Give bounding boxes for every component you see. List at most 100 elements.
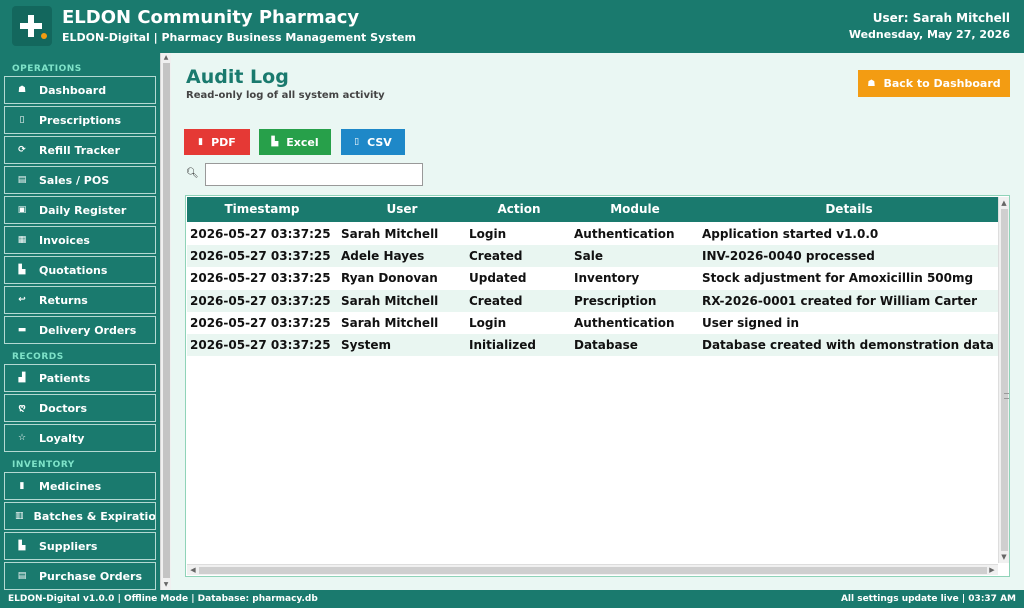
boxes-icon: ▥ [15,511,24,521]
cell-user: Sarah Mitchell [341,293,439,308]
magnifier-search-icon: 🔍︎ [186,168,199,179]
sidebar-item-delivery-orders[interactable]: ▬ Delivery Orders [4,316,156,344]
scroll-up-icon[interactable]: ▲ [999,198,1009,208]
scroll-down-icon[interactable]: ▼ [999,552,1009,562]
pharmacy-cross-logo-icon [12,6,52,46]
sidebar-item-label: Purchase Orders [39,569,143,583]
sidebar-nav: OPERATIONS ☗ Dashboard ▯ Prescriptions ⟳ Refil… [0,53,160,590]
sidebar-item-label: Delivery Orders [39,323,137,337]
scroll-right-icon[interactable]: ▶ [987,565,997,575]
invoice-icon: ▦ [17,235,27,245]
truck-icon: ▬ [17,325,27,335]
cell-details: Database created with demonstration data [702,338,994,352]
back-button-label: Back to Dashboard [883,77,1001,90]
cell-action: Updated [469,271,527,286]
cell-module: Database [574,338,638,352]
scroll-up-icon[interactable]: ▲ [162,54,170,62]
search-input[interactable] [205,163,423,186]
current-date: Wednesday, May 27, 2026 [848,28,1010,41]
table-row[interactable]: 2026-05-27 03:37:25 Sarah Mitchell Login Au… [187,223,998,245]
quotation-icon: ▙ [18,265,26,275]
column-header-user[interactable]: User [342,197,462,222]
home-icon: ☗ [17,85,27,95]
sidebar-item-label: Returns [39,293,88,307]
table-row[interactable]: 2026-05-27 03:37:25 System Initialized Data… [187,334,998,356]
refill-icon: ⟳ [18,145,26,155]
vertical-scroll-thumb[interactable] [1001,209,1009,551]
table-row[interactable]: 2026-05-27 03:37:25 Ryan Donovan Updated In… [187,267,998,289]
cart-icon: ▤ [17,571,27,581]
sidebar-item-label: Medicines [39,479,102,493]
table-row[interactable]: 2026-05-27 03:37:25 Sarah Mitchell Created… [187,289,998,312]
cell-timestamp: 2026-05-27 03:37:25 [190,293,331,308]
column-header-details[interactable]: Details [789,197,909,222]
table-vertical-scrollbar[interactable]: ▲ ▼ [998,197,1009,563]
column-header-action[interactable]: Action [459,197,579,222]
sidebar-scroll-thumb[interactable] [163,63,170,578]
sidebar-scrollbar[interactable]: ▲ ▼ [160,53,171,590]
cell-action: Login [469,315,507,330]
sidebar-item-batches-expiration[interactable]: ▥ Batches & Expiration [4,502,156,530]
cell-user: System [341,338,391,352]
home-icon: ☗ [867,78,876,89]
sidebar-item-doctors[interactable]: ღ Doctors [4,394,156,422]
sidebar-item-medicines[interactable]: ▮ Medicines [4,472,156,500]
return-arrow-icon: ↩ [18,295,26,305]
sidebar-section-operations: OPERATIONS [12,64,82,74]
sidebar-item-label: Quotations [39,263,108,277]
cell-timestamp: 2026-05-27 03:37:25 [190,227,331,241]
table-row[interactable]: 2026-05-27 03:37:25 Adele Hayes Created Sal… [187,245,998,268]
horizontal-scroll-thumb[interactable] [199,567,987,574]
sidebar-item-purchase-orders[interactable]: ▤ Purchase Orders [4,562,156,590]
sidebar-item-dashboard[interactable]: ☗ Dashboard [4,76,156,104]
sidebar-item-daily-register[interactable]: ▣ Daily Register [4,196,156,224]
table-row[interactable]: 2026-05-27 03:37:25 Sarah Mitchell Login Au… [187,312,998,334]
sidebar-item-suppliers[interactable]: ▙ Suppliers [4,532,156,560]
table-horizontal-scrollbar[interactable]: ◀ ▶ [187,564,998,575]
page-title: Audit Log [186,66,289,88]
sidebar-item-quotations[interactable]: ▙ Quotations [4,256,156,284]
cell-user: Sarah Mitchell [341,227,439,241]
current-user: User: Sarah Mitchell [872,11,1010,25]
column-header-timestamp[interactable]: Timestamp [202,197,322,222]
table-header: Timestamp User Action Module Details [187,197,998,222]
cell-module: Authentication [574,227,675,241]
sidebar-item-label: Batches & Expiration [33,509,156,523]
status-bar: ELDON-Digital v1.0.0 | Offline Mode | Da… [0,590,1024,608]
cell-user: Sarah Mitchell [341,315,439,330]
clipboard-icon: ▯ [354,137,360,147]
sidebar-item-returns[interactable]: ↩ Returns [4,286,156,314]
cell-module: Authentication [574,315,675,330]
cell-details: INV-2026-0040 processed [702,249,875,264]
back-to-dashboard-button[interactable]: ☗ Back to Dashboard [858,70,1010,97]
sidebar-item-loyalty[interactable]: ☆ Loyalty [4,424,156,452]
cell-user: Ryan Donovan [341,271,438,286]
excel-button-label: Excel [286,135,319,149]
column-header-module[interactable]: Module [575,197,695,222]
cell-module: Sale [574,249,603,264]
export-pdf-button[interactable]: ▮ PDF [184,129,250,155]
sidebar-item-label: Daily Register [39,203,127,217]
sidebar-item-refill-tracker[interactable]: ⟳ Refill Tracker [4,136,156,164]
sidebar-item-invoices[interactable]: ▦ Invoices [4,226,156,254]
cell-details: Application started v1.0.0 [702,227,879,241]
clipboard-icon: ▯ [19,115,25,125]
scroll-left-icon[interactable]: ◀ [188,565,198,575]
sidebar-section-records: RECORDS [12,352,64,362]
cell-action: Created [469,293,523,308]
sidebar-item-patients[interactable]: ▟ Patients [4,364,156,392]
sidebar-item-prescriptions[interactable]: ▯ Prescriptions [4,106,156,134]
cell-details: Stock adjustment for Amoxicillin 500mg [702,271,974,286]
pdf-button-label: PDF [211,135,236,149]
export-excel-button[interactable]: ▙ Excel [259,129,331,155]
people-icon: ▟ [18,373,26,383]
export-csv-button[interactable]: ▯ CSV [341,129,405,155]
sidebar-item-label: Suppliers [39,539,98,553]
star-icon: ☆ [17,433,27,443]
sidebar-item-sales-pos[interactable]: ▤ Sales / POS [4,166,156,194]
sidebar-item-label: Loyalty [39,431,85,445]
scroll-down-icon[interactable]: ▼ [162,581,170,589]
cell-timestamp: 2026-05-27 03:37:25 [190,315,331,330]
page-subtitle: Read-only log of all system activity [186,90,385,101]
sidebar-item-label: Sales / POS [39,173,110,187]
